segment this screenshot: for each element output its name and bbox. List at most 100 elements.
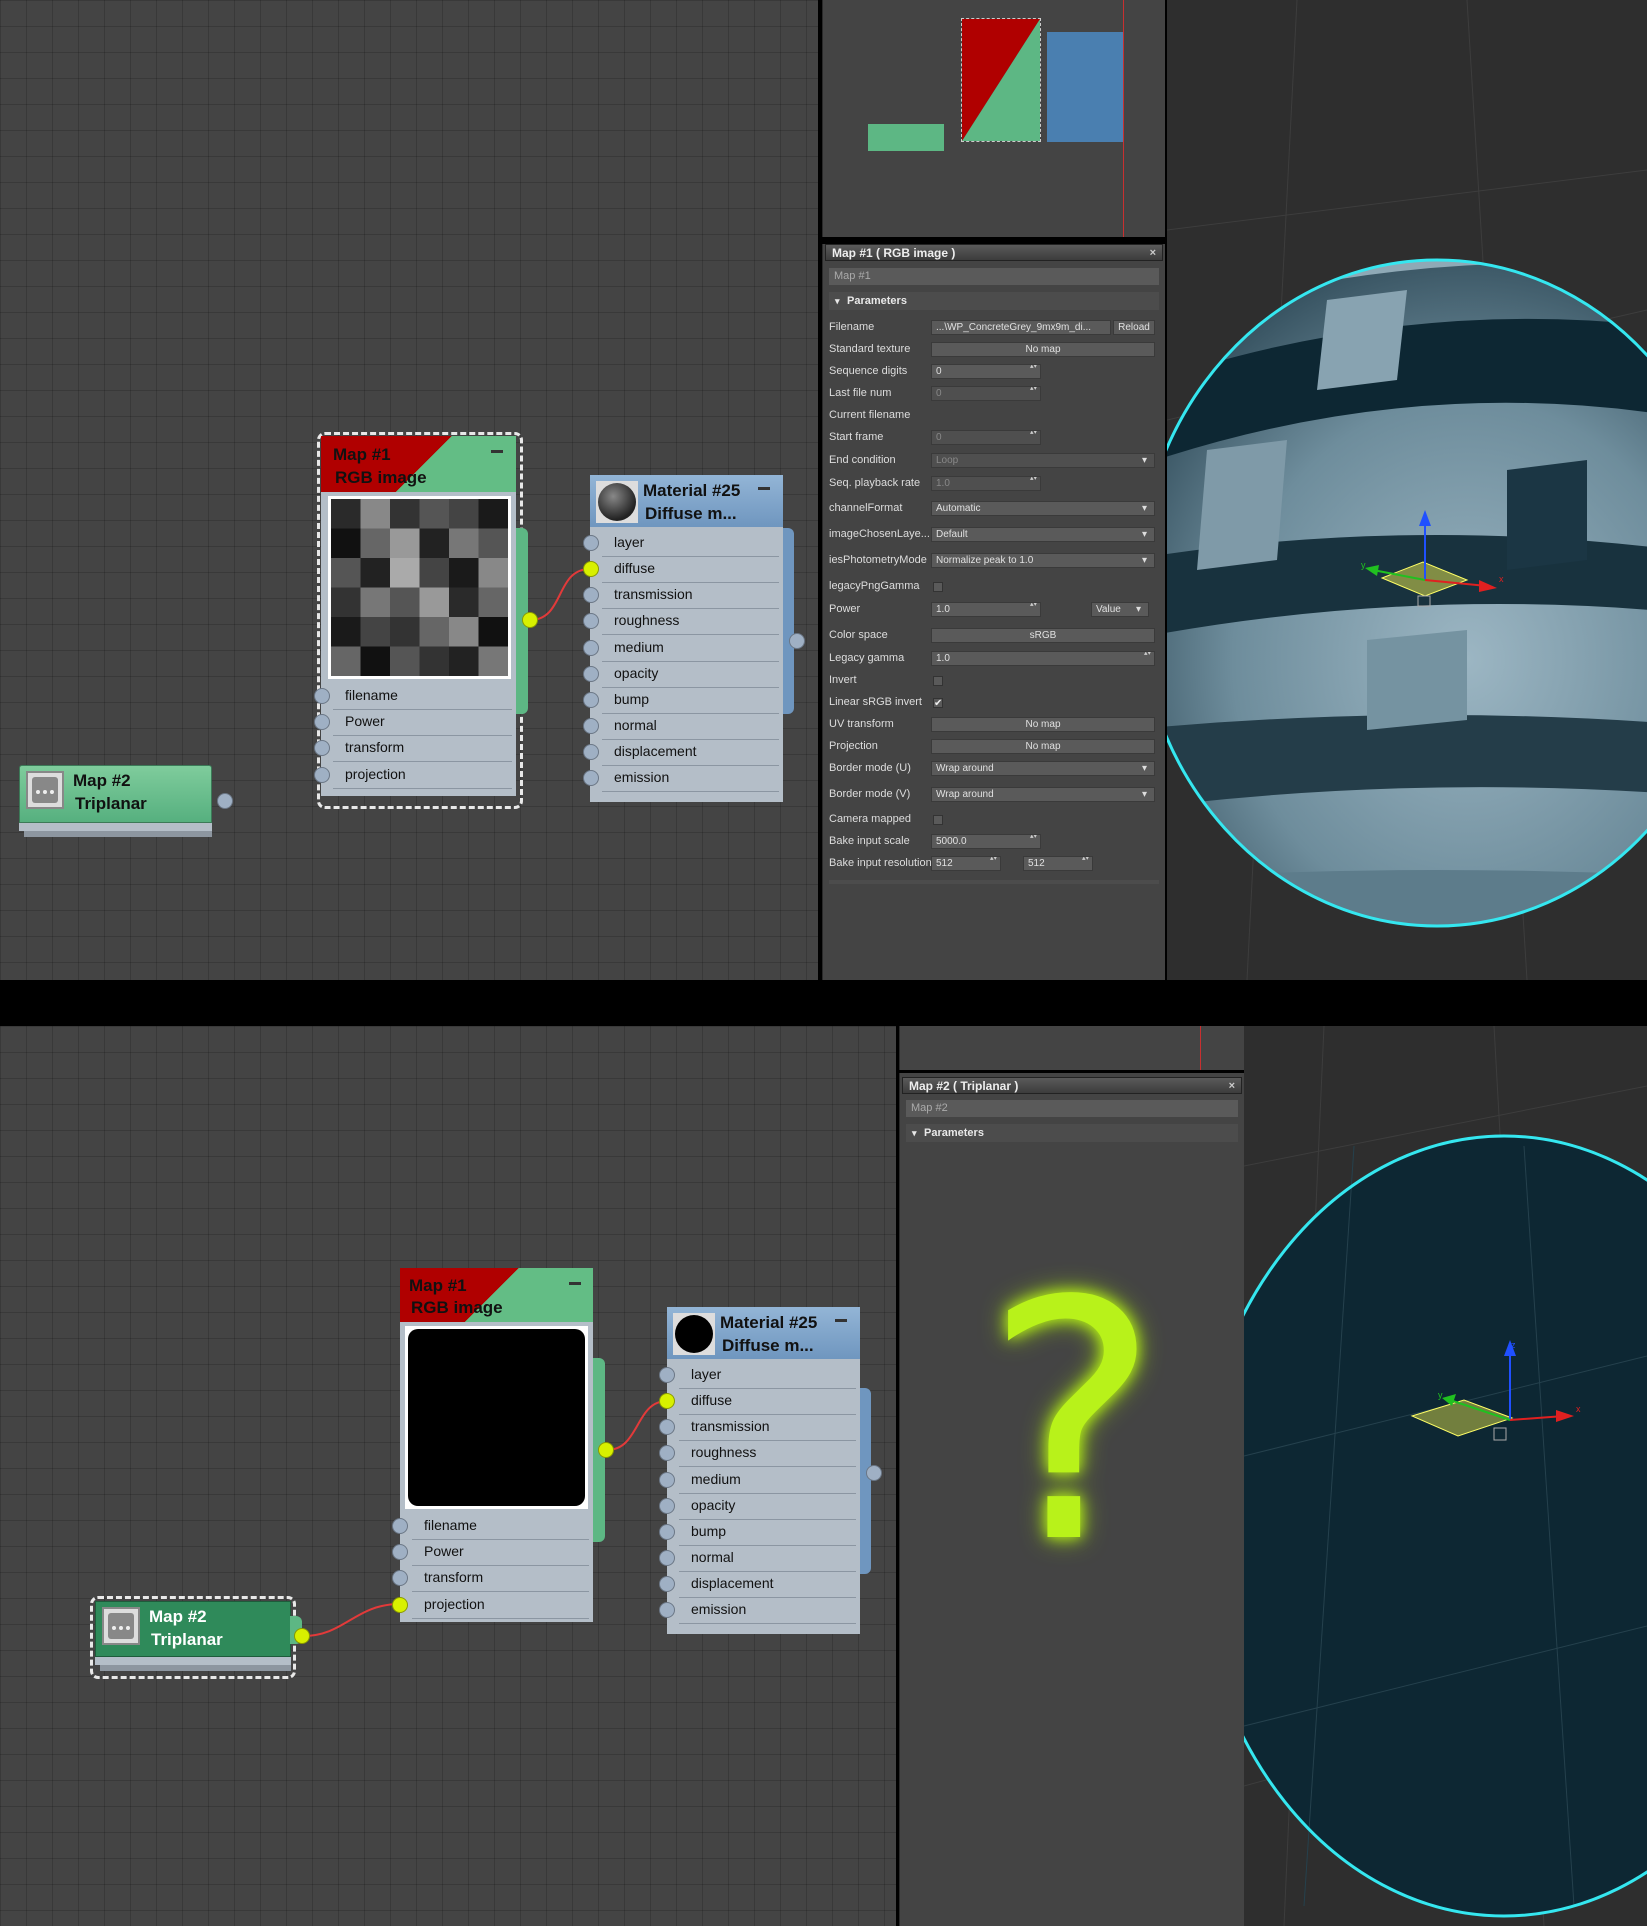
top-props-name-field[interactable]: Map #1 — [829, 268, 1159, 285]
close-icon[interactable]: × — [1150, 245, 1156, 262]
bottom-map1-socket-power[interactable] — [392, 1544, 408, 1560]
bottom-material-socket-diffuse[interactable] — [659, 1393, 675, 1409]
top-material-socket-normal[interactable] — [583, 718, 599, 734]
border-mode-u-dropdown[interactable]: Wrap around — [931, 761, 1155, 776]
bottom-material-socket-bump[interactable] — [659, 1524, 675, 1540]
bottom-map1-socket-transform[interactable] — [392, 1570, 408, 1586]
top-material-slot-layer[interactable]: layer — [602, 530, 779, 557]
top-material-socket-displacement[interactable] — [583, 744, 599, 760]
bottom-material-slot-transmission[interactable]: transmission — [679, 1414, 856, 1441]
bottom-map2-node[interactable]: Map #2 Triplanar — [95, 1601, 291, 1673]
legacy-png-gamma-checkbox[interactable] — [933, 582, 943, 592]
bottom-material-socket-roughness[interactable] — [659, 1445, 675, 1461]
bottom-material-slot-diffuse[interactable]: diffuse — [679, 1388, 856, 1415]
top-material-socket-layer[interactable] — [583, 535, 599, 551]
projection-map-button[interactable]: No map — [931, 739, 1155, 754]
legacy-gamma-spinner[interactable]: 1.0 — [931, 651, 1155, 666]
top-material-slot-roughness[interactable]: roughness — [602, 608, 779, 635]
top-material-output-socket[interactable] — [789, 633, 805, 649]
top-map1-collapse-button[interactable] — [491, 450, 503, 453]
bottom-properties-panel[interactable]: Map #2 ( Triplanar ) × Map #2 ▾ Paramete… — [899, 1073, 1244, 1926]
bottom-material-slot-roughness[interactable]: roughness — [679, 1440, 856, 1467]
top-node-editor[interactable]: Map #2 Triplanar Map #1 RGB image filena… — [0, 0, 818, 980]
top-map2-output-socket[interactable] — [217, 793, 233, 809]
top-material-socket-diffuse[interactable] — [583, 561, 599, 577]
bottom-material-socket-opacity[interactable] — [659, 1498, 675, 1514]
top-material-slot-opacity[interactable]: opacity — [602, 661, 779, 688]
bottom-props-name-field[interactable]: Map #2 — [906, 1100, 1238, 1117]
top-map1-node[interactable]: Map #1 RGB image filename Power transfor… — [314, 436, 516, 804]
top-properties-panel[interactable]: Map #1 ( RGB image ) × Map #1 ▾ Paramete… — [822, 244, 1165, 980]
bottom-map1-slot-projection[interactable]: projection — [412, 1592, 589, 1619]
top-material-slot-diffuse[interactable]: diffuse — [602, 556, 779, 583]
bottom-map1-output-socket[interactable] — [598, 1442, 614, 1458]
bottom-viewport[interactable]: x y z — [1244, 1026, 1647, 1926]
bottom-material-socket-layer[interactable] — [659, 1367, 675, 1383]
start-frame-spinner[interactable]: 0 — [931, 430, 1041, 445]
bottom-map1-slot-power[interactable]: Power — [412, 1539, 589, 1566]
last-file-num-spinner[interactable]: 0 — [931, 386, 1041, 401]
bottom-material-socket-normal[interactable] — [659, 1550, 675, 1566]
top-material-socket-medium[interactable] — [583, 640, 599, 656]
top-material-slot-normal[interactable]: normal — [602, 713, 779, 740]
bottom-node-editor[interactable]: Map #2 Triplanar Map #1 RGB image filena… — [0, 1026, 896, 1926]
power-spinner[interactable]: 1.0 — [931, 602, 1041, 617]
bottom-material-socket-transmission[interactable] — [659, 1419, 675, 1435]
top-material-slot-displacement[interactable]: displacement — [602, 739, 779, 766]
top-map1-output-socket[interactable] — [522, 612, 538, 628]
bottom-map1-node[interactable]: Map #1 RGB image filename Power transfor… — [392, 1268, 593, 1630]
camera-mapped-checkbox[interactable] — [933, 815, 943, 825]
top-map1-slot-transform[interactable]: transform — [333, 735, 512, 762]
sequence-digits-spinner[interactable]: 0 — [931, 364, 1041, 379]
bottom-material-collapse-button[interactable] — [835, 1319, 847, 1322]
top-material-collapse-button[interactable] — [758, 487, 770, 490]
top-map1-socket-filename[interactable] — [314, 688, 330, 704]
linear-srgb-invert-checkbox[interactable]: ✔ — [933, 698, 943, 709]
top-material-socket-bump[interactable] — [583, 692, 599, 708]
channel-format-dropdown[interactable]: Automatic — [931, 501, 1155, 516]
top-props-parameters-rollout[interactable]: ▾ Parameters — [829, 292, 1159, 310]
bottom-map1-collapse-button[interactable] — [569, 1282, 581, 1285]
filename-field[interactable]: ...\WP_ConcreteGrey_9mx9m_di... — [931, 320, 1111, 335]
top-map2-node[interactable]: Map #2 Triplanar — [19, 765, 212, 839]
image-chosen-layer-dropdown[interactable]: Default — [931, 527, 1155, 542]
top-material-slot-transmission[interactable]: transmission — [602, 582, 779, 609]
bottom-material-slot-layer[interactable]: layer — [679, 1362, 856, 1389]
top-material-socket-emission[interactable] — [583, 770, 599, 786]
top-map1-socket-power[interactable] — [314, 714, 330, 730]
power-mode-dropdown[interactable]: Value — [1091, 602, 1149, 617]
bottom-material-slot-medium[interactable]: medium — [679, 1467, 856, 1494]
color-space-button[interactable]: sRGB — [931, 628, 1155, 643]
top-map1-slot-power[interactable]: Power — [333, 709, 512, 736]
bottom-material-slot-opacity[interactable]: opacity — [679, 1493, 856, 1520]
bottom-navigator[interactable] — [899, 1026, 1244, 1070]
bottom-material-slot-displacement[interactable]: displacement — [679, 1571, 856, 1598]
top-material-socket-opacity[interactable] — [583, 666, 599, 682]
bake-input-scale-spinner[interactable]: 5000.0 — [931, 834, 1041, 849]
end-condition-dropdown[interactable]: Loop — [931, 453, 1155, 468]
invert-checkbox[interactable] — [933, 676, 943, 686]
top-map1-slot-projection[interactable]: projection — [333, 762, 512, 789]
uv-transform-map-button[interactable]: No map — [931, 717, 1155, 732]
top-viewport[interactable]: x y — [1167, 0, 1647, 980]
top-map1-slot-filename[interactable]: filename — [333, 683, 512, 710]
bottom-material-slot-emission[interactable]: emission — [679, 1597, 856, 1624]
bottom-material-slot-bump[interactable]: bump — [679, 1519, 856, 1546]
top-material-socket-roughness[interactable] — [583, 613, 599, 629]
bottom-map1-socket-filename[interactable] — [392, 1518, 408, 1534]
bottom-map2-output-socket[interactable] — [294, 1628, 310, 1644]
standard-texture-map-button[interactable]: No map — [931, 342, 1155, 357]
top-map1-socket-transform[interactable] — [314, 740, 330, 756]
bake-resolution-x-spinner[interactable]: 512 — [931, 856, 1001, 871]
bottom-material-socket-medium[interactable] — [659, 1472, 675, 1488]
top-navigator[interactable] — [822, 0, 1165, 237]
reload-button[interactable]: Reload — [1113, 320, 1155, 335]
top-map1-socket-projection[interactable] — [314, 767, 330, 783]
top-material-slot-medium[interactable]: medium — [602, 635, 779, 662]
close-icon[interactable]: × — [1229, 1078, 1235, 1095]
bake-resolution-y-spinner[interactable]: 512 — [1023, 856, 1093, 871]
ies-photometry-mode-dropdown[interactable]: Normalize peak to 1.0 — [931, 553, 1155, 568]
top-material-socket-transmission[interactable] — [583, 587, 599, 603]
bottom-material-output-socket[interactable] — [866, 1465, 882, 1481]
seq-playback-rate-spinner[interactable]: 1.0 — [931, 476, 1041, 491]
